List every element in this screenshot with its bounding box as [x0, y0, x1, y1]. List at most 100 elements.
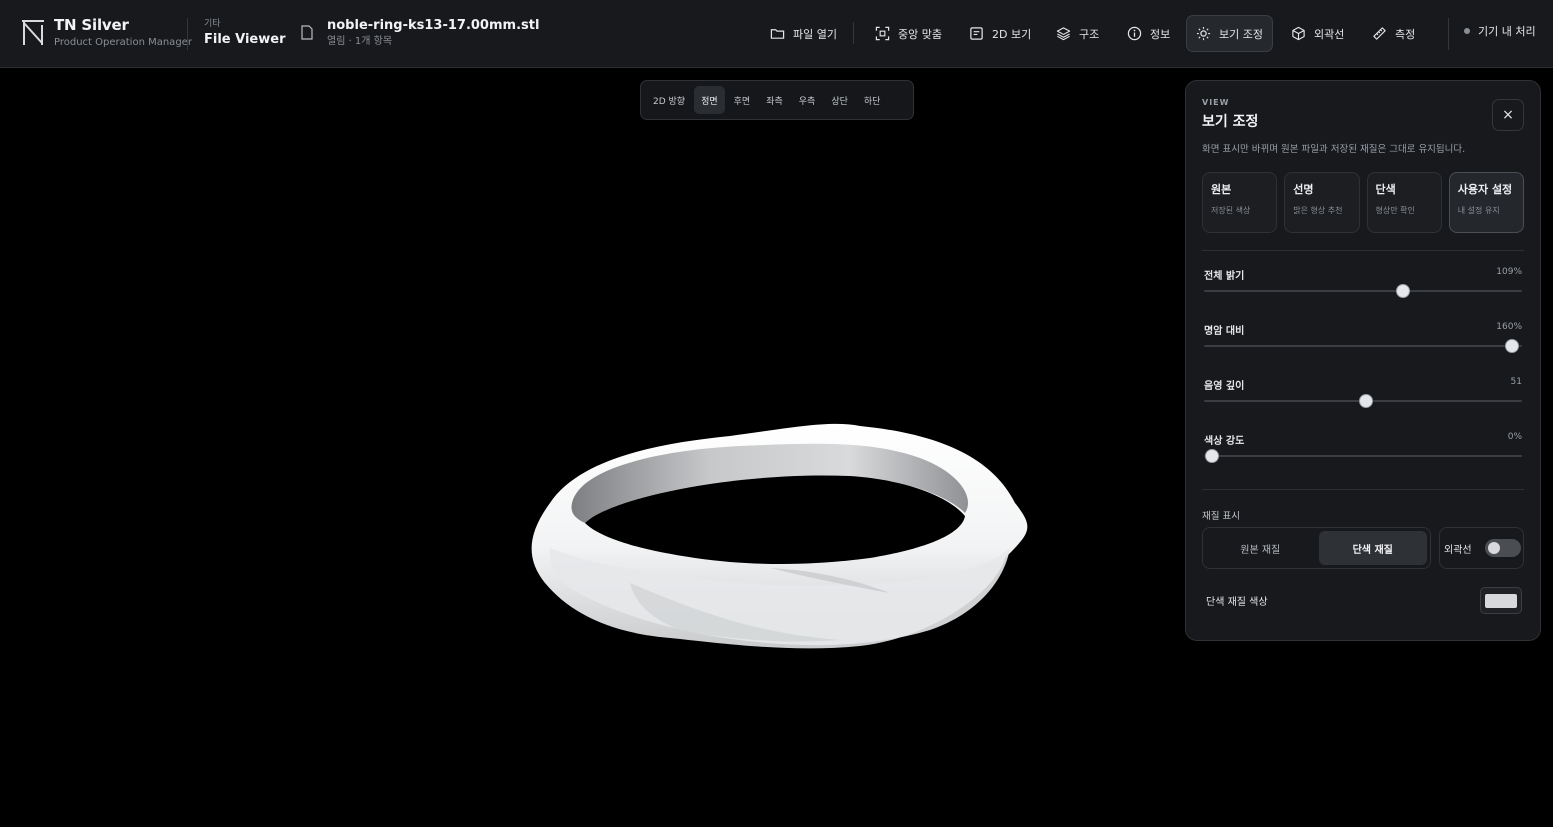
view-back[interactable]: 후면 — [727, 86, 758, 114]
brand: TN Silver Product Operation Manager — [54, 16, 192, 50]
view-adjust-panel: VIEW 보기 조정 × 화면 표시만 바뀌며 원본 파일과 저장된 재질은 그… — [1185, 80, 1541, 641]
slider-color-intensity: 색상 강도 0% — [1204, 432, 1522, 472]
outline-toggle-label: 외곽선 — [1444, 544, 1472, 556]
toggle-knob — [1488, 542, 1500, 554]
material-original-option[interactable]: 원본 재질 — [1206, 531, 1315, 565]
toolbar-divider — [1448, 18, 1449, 50]
view-2d-button[interactable]: 2D 보기 — [959, 15, 1041, 52]
preset-name: 선명 — [1293, 183, 1314, 196]
slider-value: 109% — [1496, 267, 1522, 277]
open-file-label: 파일 열기 — [793, 27, 837, 41]
preset-vivid[interactable]: 선명 밝은 형상 추천 — [1284, 172, 1360, 233]
preset-custom[interactable]: 사용자 설정 내 설정 유지 — [1448, 172, 1524, 233]
file-meta: 열림 · 1개 항목 — [327, 36, 393, 47]
view-top[interactable]: 상단 — [824, 86, 855, 114]
slider-value: 160% — [1496, 322, 1522, 332]
preset-name: 단색 — [1375, 183, 1396, 196]
structure-button[interactable]: 구조 — [1046, 15, 1109, 52]
file-icon — [301, 25, 313, 40]
slider-label: 전체 밝기 — [1204, 271, 1245, 282]
device-processing-label: 기기 내 처리 — [1478, 25, 1536, 38]
close-button[interactable]: × — [1492, 99, 1524, 131]
preset-sub: 밝은 형상 추천 — [1293, 206, 1343, 215]
document-lines-icon — [970, 27, 983, 40]
close-icon: × — [1502, 107, 1514, 123]
view-adjust-button[interactable]: 보기 조정 — [1186, 15, 1273, 52]
slider-shadow-depth: 음영 깊이 51 — [1204, 377, 1522, 417]
toolbar-divider — [853, 22, 854, 44]
view-adjust-label: 보기 조정 — [1219, 27, 1263, 41]
sun-icon — [1196, 26, 1211, 41]
slider-thumb[interactable] — [1505, 339, 1520, 353]
preset-sub: 형상만 확인 — [1375, 206, 1415, 215]
view-right[interactable]: 우측 — [792, 86, 823, 114]
panel-divider — [1202, 489, 1524, 490]
slider-label: 색상 강도 — [1204, 436, 1245, 447]
preset-sub: 내 설정 유지 — [1457, 206, 1500, 215]
measure-button[interactable]: 측정 — [1362, 15, 1425, 52]
info-button[interactable]: 정보 — [1117, 15, 1180, 52]
preset-name: 원본 — [1211, 183, 1232, 196]
preset-solid[interactable]: 단색 형상만 확인 — [1366, 172, 1442, 233]
file-name: noble-ring-ks13-17.00mm.stl — [327, 18, 540, 33]
slider-thumb[interactable] — [1395, 284, 1410, 298]
panel-description: 화면 표시만 바뀌며 원본 파일과 저장된 재질은 그대로 유지됩니다. — [1202, 144, 1466, 155]
solid-color-picker[interactable] — [1480, 587, 1522, 614]
preset-name: 사용자 설정 — [1457, 183, 1513, 196]
focus-frame-icon — [875, 26, 890, 41]
view-direction-bar: 2D 방향 정면 후면 좌측 우측 상단 하단 — [640, 80, 914, 120]
section-title: File Viewer — [204, 32, 286, 47]
slider-thumb[interactable] — [1359, 394, 1374, 408]
section-kicker: 기타 — [204, 19, 221, 29]
view-2d-direction[interactable]: 2D 방향 — [646, 86, 692, 114]
measure-label: 측정 — [1395, 27, 1416, 41]
view-bottom[interactable]: 하단 — [857, 86, 888, 114]
info-label: 정보 — [1150, 27, 1171, 41]
material-solid-option[interactable]: 단색 재질 — [1318, 531, 1427, 565]
file-info: noble-ring-ks13-17.00mm.stl 열림 · 1개 항목 — [327, 17, 539, 49]
slider-track[interactable] — [1204, 290, 1522, 292]
slider-value: 0% — [1507, 432, 1522, 442]
view-left[interactable]: 좌측 — [759, 86, 790, 114]
material-label: 재질 표시 — [1202, 511, 1240, 522]
panel-title: 보기 조정 — [1202, 114, 1259, 130]
folder-icon — [770, 29, 785, 39]
slider-track[interactable] — [1204, 455, 1522, 457]
cube-icon — [1292, 26, 1305, 41]
preset-original[interactable]: 원본 저장된 색상 — [1202, 172, 1278, 233]
device-processing-status: 기기 내 처리 — [1464, 23, 1536, 39]
preset-sub: 저장된 색상 — [1211, 206, 1251, 215]
layers-icon — [1056, 27, 1071, 41]
color-swatch — [1485, 593, 1517, 608]
outline-toggle[interactable] — [1485, 539, 1521, 557]
brand-name: TN Silver — [54, 16, 129, 34]
slider-label: 명암 대비 — [1204, 326, 1245, 337]
panel-kicker: VIEW — [1202, 98, 1230, 107]
top-header: TN Silver Product Operation Manager 기타 F… — [0, 0, 1553, 68]
ruler-icon — [1373, 27, 1386, 40]
slider-value: 51 — [1510, 377, 1522, 387]
open-file-button[interactable]: 파일 열기 — [760, 15, 847, 52]
slider-track[interactable] — [1204, 345, 1522, 347]
solid-color-label: 단색 재질 색상 — [1206, 597, 1268, 608]
header-divider — [187, 18, 188, 50]
panel-divider — [1202, 250, 1524, 251]
slider-label: 음영 깊이 — [1204, 381, 1245, 392]
view-front[interactable]: 정면 — [694, 86, 725, 114]
structure-label: 구조 — [1079, 27, 1100, 41]
slider-thumb[interactable] — [1204, 449, 1219, 463]
section-title-block: 기타 File Viewer — [204, 19, 285, 48]
brand-subtitle: Product Operation Manager — [54, 37, 192, 48]
tn-logo-icon — [22, 20, 44, 45]
outline-label: 외곽선 — [1314, 27, 1345, 41]
ring-model[interactable] — [510, 408, 1050, 668]
status-dot — [1464, 28, 1470, 34]
slider-brightness: 전체 밝기 109% — [1204, 267, 1522, 307]
outline-button[interactable]: 외곽선 — [1281, 15, 1354, 52]
preset-group: 원본 저장된 색상 선명 밝은 형상 추천 단색 형상만 확인 사용자 설정 내… — [1202, 172, 1524, 233]
slider-contrast: 명암 대비 160% — [1204, 322, 1522, 362]
outline-toggle-box: 외곽선 — [1439, 527, 1524, 569]
view-2d-label: 2D 보기 — [992, 27, 1032, 41]
center-fit-button[interactable]: 중앙 맞춤 — [865, 15, 952, 52]
center-fit-label: 중앙 맞춤 — [898, 27, 942, 41]
